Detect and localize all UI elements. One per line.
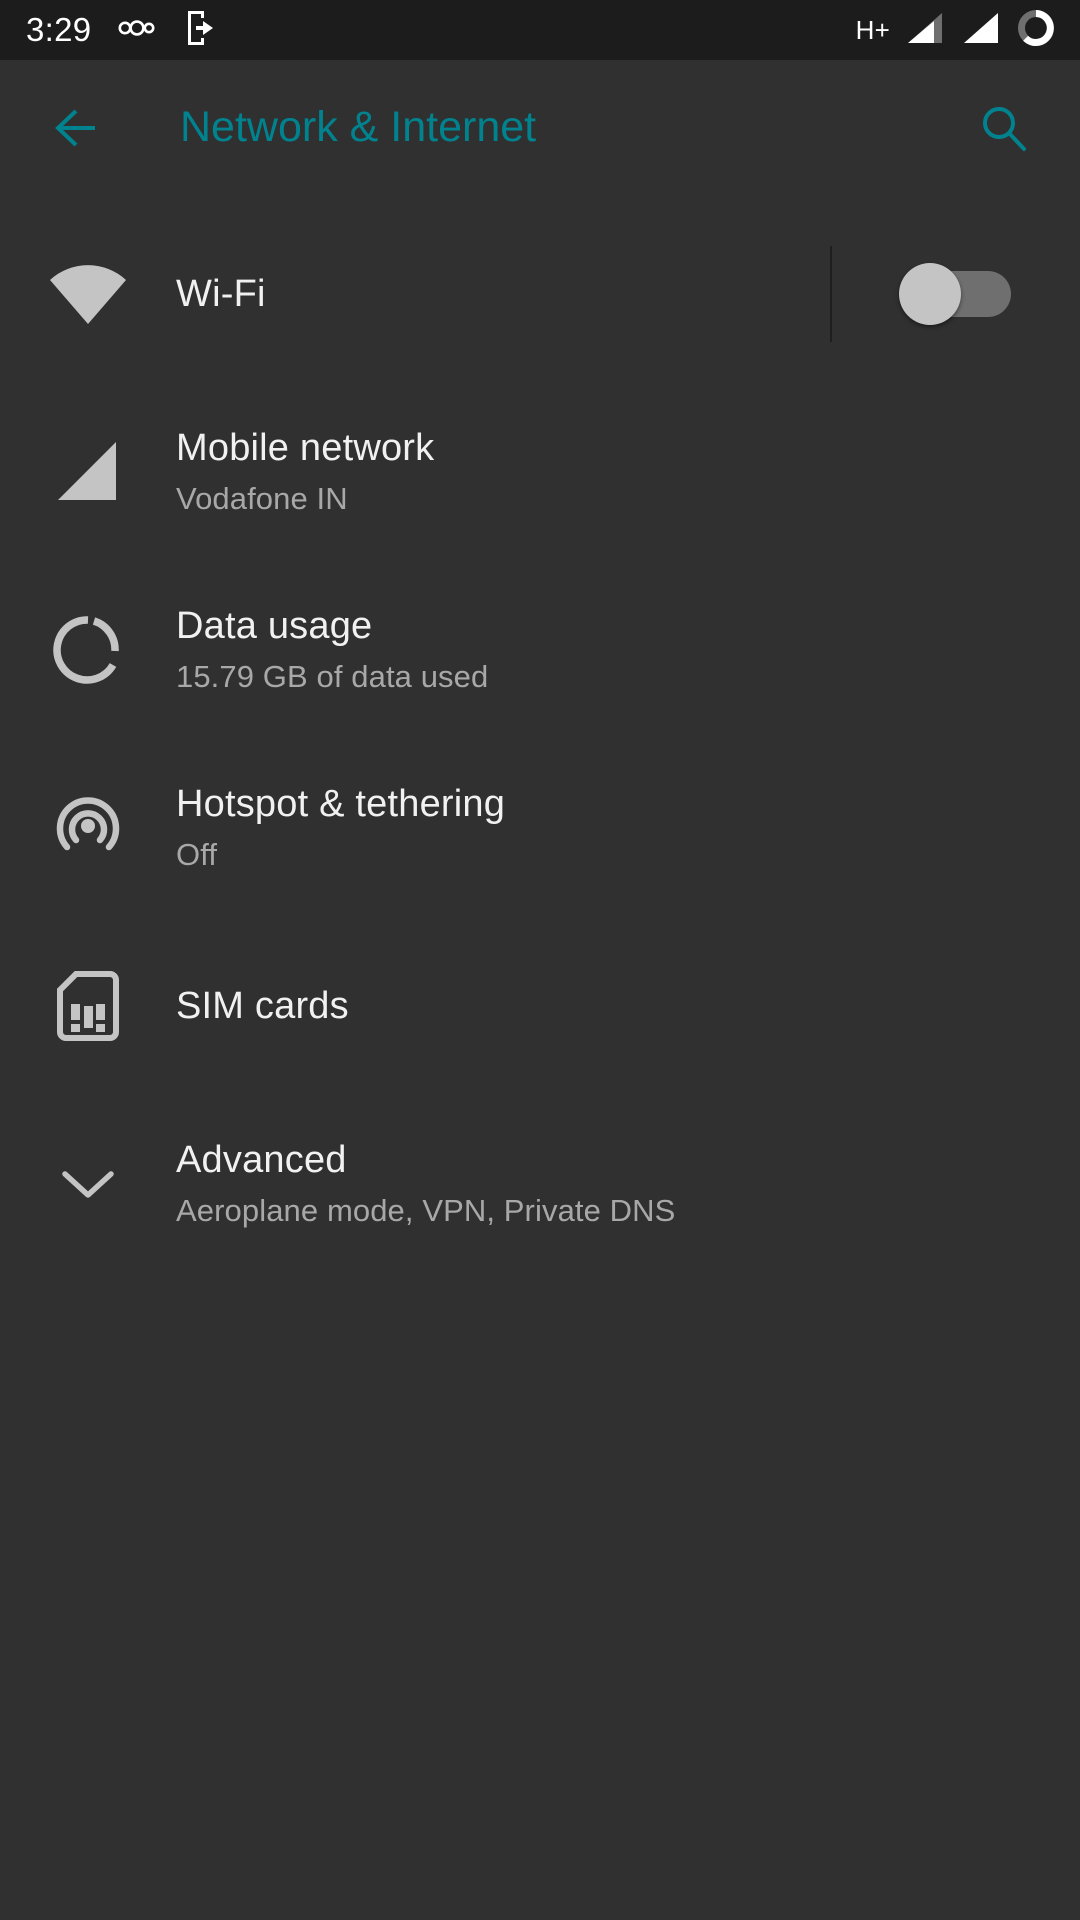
search-icon[interactable] [968,92,1040,164]
list-item-text: SIM cards [176,984,1080,1029]
page-title: Network & Internet [180,103,537,151]
list-item-title: Hotspot & tethering [176,783,506,826]
switch-thumb [899,263,961,325]
hotspot-tethering-icon [0,790,176,866]
list-item-hotspot-tethering[interactable]: Hotspot & tethering Off [0,739,1080,917]
wifi-toggle-switch[interactable] [899,263,1011,325]
list-item-mobile-network[interactable]: Mobile network Vodafone IN [0,383,1080,561]
list-item-wifi[interactable]: Wi-Fi [0,205,1080,383]
status-bar-clock: 3:29 [26,11,92,48]
list-item-subtitle: Off [176,837,218,873]
list-item-text: Hotspot & tethering Off [176,782,1080,873]
list-item-subtitle: Aeroplane mode, VPN, Private DNS [176,1193,676,1229]
lineageos-icon [117,15,157,46]
exit-to-app-icon [183,8,219,53]
sim-card-icon [0,968,176,1044]
data-usage-icon [0,613,176,687]
signal-cellular-icon [0,434,176,510]
list-item-subtitle: Vodafone IN [176,481,348,517]
list-item-title: Advanced [176,1139,347,1182]
status-bar-left: 3:29 [26,8,219,53]
status-bar-right: H+ [856,0,1056,60]
list-item-title: SIM cards [176,984,349,1027]
list-item-text: Wi-Fi [176,272,830,317]
list-item-text: Advanced Aeroplane mode, VPN, Private DN… [176,1138,1080,1229]
list-item-text: Mobile network Vodafone IN [176,426,1080,517]
battery-circle-icon [1016,8,1056,53]
list-item-title: Mobile network [176,427,435,470]
chevron-down-icon [0,1164,176,1204]
network-type-indicator: H+ [855,14,890,45]
list-item-subtitle: 15.79 GB of data used [176,659,489,695]
signal-sim2-icon [960,9,1002,52]
back-button[interactable] [44,91,118,165]
wifi-icon [0,261,176,327]
list-item-text: Data usage 15.79 GB of data used [176,604,1080,695]
list-item-data-usage[interactable]: Data usage 15.79 GB of data used [0,561,1080,739]
settings-list: Wi-Fi Mobile network Vodafone IN Data us… [0,195,1080,1273]
list-item-sim-cards[interactable]: SIM cards [0,917,1080,1095]
toggle-divider [830,246,832,342]
signal-sim1-icon [904,9,946,52]
list-item-title: Data usage [176,605,373,648]
status-bar: 3:29 H+ [0,0,1080,60]
list-item-title: Wi-Fi [176,272,266,315]
app-bar: Network & Internet [0,60,1080,195]
list-item-advanced[interactable]: Advanced Aeroplane mode, VPN, Private DN… [0,1095,1080,1273]
wifi-toggle-zone [830,205,1080,383]
